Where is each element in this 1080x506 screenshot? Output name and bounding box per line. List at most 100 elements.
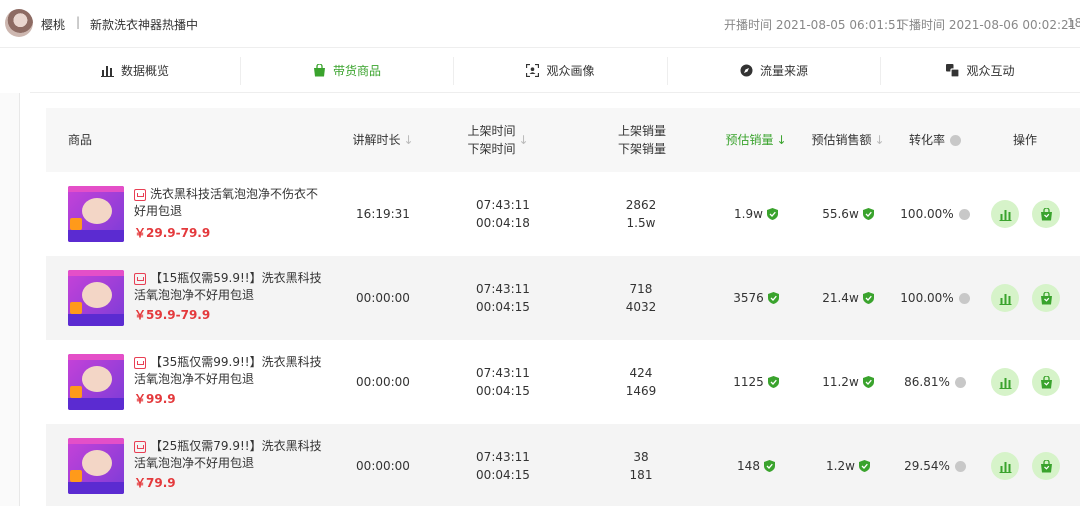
tab-bar: 数据概览 带货商品 观众画像 流量来源 观众互动: [30, 48, 1080, 93]
col-product: 商品: [68, 133, 93, 147]
product-table: 商品 讲解时长 ↓ 上架时间 下架时间 ↓ 上架销量 下架销量 预估销量 ↓ 预估销…: [46, 108, 1080, 506]
explain-duration: 16:19:31: [356, 207, 410, 221]
bar-chart-icon: [999, 209, 1011, 221]
help-icon[interactable]: [954, 460, 966, 472]
bar-chart-icon: [999, 293, 1011, 305]
product-thumbnail[interactable]: [68, 438, 124, 494]
table-row[interactable]: 【25瓶仅需79.9!!】洗衣黑科技活氧泡泡净不好用包退 ￥79.9 00:00…: [46, 424, 1080, 506]
tab-label: 带货商品: [332, 64, 381, 78]
tab-label: 流量来源: [759, 64, 808, 78]
col-actions: 操作: [1012, 133, 1037, 147]
conversion-cell: 100.00%: [892, 172, 978, 256]
est-sales-cell: 1125: [706, 340, 806, 424]
product-detail-button[interactable]: [1032, 200, 1060, 228]
conversion-rate: 100.00%: [900, 207, 954, 221]
table-row[interactable]: 【15瓶仅需59.9!!】洗衣黑科技活氧泡泡净不好用包退 ￥59.9-79.9 …: [46, 256, 1080, 340]
shelf-up-time: 07:43:11: [476, 282, 530, 296]
sort-arrow-icon[interactable]: ↓: [403, 131, 413, 149]
product-thumbnail[interactable]: [68, 270, 124, 326]
shopping-bag-icon: [1040, 207, 1052, 220]
tab-label: 数据概览: [120, 64, 169, 78]
product-detail-button[interactable]: [1032, 368, 1060, 396]
end-time: 下播时间 2021-08-06 00:02:21: [897, 18, 1077, 32]
verified-shield-icon: [767, 292, 779, 304]
help-icon[interactable]: [950, 134, 961, 146]
col-explain-duration[interactable]: 讲解时长 ↓: [338, 108, 428, 172]
shelf-up-sales: 718: [629, 282, 653, 296]
verified-shield-icon: [862, 292, 874, 304]
col-est-sales[interactable]: 预估销量 ↓: [706, 108, 806, 172]
product-detail-button[interactable]: [1032, 452, 1060, 480]
shelf-down-sales: 1469: [625, 384, 657, 398]
sort-arrow-icon[interactable]: ↓: [518, 131, 528, 149]
side-scroll-track[interactable]: [0, 93, 20, 506]
bar-chart-icon: [100, 66, 114, 77]
sort-arrow-icon[interactable]: ↓: [874, 131, 884, 149]
conversion-rate: 29.54%: [904, 459, 950, 473]
tab-products[interactable]: 带货商品: [241, 48, 453, 93]
live-title: 新款洗衣神器热播中: [90, 18, 199, 32]
shelf-down-sales: 1.5w: [626, 216, 656, 230]
shelf-time-cell: 07:43:11 00:04:18: [451, 172, 555, 256]
shelf-down-sales: 4032: [625, 300, 657, 314]
product-detail-button[interactable]: [1032, 284, 1060, 312]
sales-cell: 718 4032: [591, 256, 691, 340]
est-revenue-cell: 21.4w: [798, 256, 898, 340]
shelf-up-time: 07:43:11: [476, 198, 530, 212]
anchor-name[interactable]: 樱桃: [41, 16, 65, 33]
help-icon[interactable]: [958, 208, 970, 220]
tab-traffic-source[interactable]: 流量来源: [668, 48, 880, 93]
verified-shield-icon: [766, 208, 778, 220]
shelf-time-cell: 07:43:11 00:04:15: [451, 256, 555, 340]
table-row[interactable]: 洗衣黑科技活氧泡泡净不伤衣不好用包退 ￥29.9-79.9 16:19:31 0…: [46, 172, 1080, 256]
verified-shield-icon: [862, 376, 874, 388]
product-title[interactable]: 【35瓶仅需99.9!!】洗衣黑科技活氧泡泡净不好用包退: [134, 354, 326, 388]
shelf-time-cell: 07:43:11 00:04:15: [451, 340, 555, 424]
shopping-bag-icon: [313, 64, 325, 77]
tab-audience-profile[interactable]: 观众画像: [454, 48, 667, 93]
product-thumbnail[interactable]: [68, 186, 124, 242]
conversion-cell: 29.54%: [892, 424, 978, 506]
avatar[interactable]: [5, 9, 33, 37]
product-price: ￥29.9-79.9: [134, 226, 211, 240]
product-title[interactable]: 【25瓶仅需79.9!!】洗衣黑科技活氧泡泡净不好用包退: [134, 438, 326, 472]
est-revenue: 55.6w: [822, 207, 859, 221]
est-sales: 148: [737, 459, 760, 473]
shelf-up-sales: 38: [633, 450, 649, 464]
help-icon[interactable]: [954, 376, 966, 388]
product-thumbnail[interactable]: [68, 354, 124, 410]
shopping-bag-icon: [1040, 291, 1052, 304]
col-conversion: 转化率: [900, 108, 970, 172]
explain-duration: 00:00:00: [356, 375, 410, 389]
est-sales: 3576: [733, 291, 764, 305]
view-chart-button[interactable]: [991, 452, 1019, 480]
sort-arrow-icon[interactable]: ↓: [776, 131, 786, 149]
bar-chart-icon: [999, 461, 1011, 473]
shelf-down-sales: 181: [629, 468, 653, 482]
product-price: ￥59.9-79.9: [134, 308, 211, 322]
tab-audience-interaction[interactable]: 观众互动: [881, 48, 1080, 93]
est-sales-cell: 148: [706, 424, 806, 506]
col-est-revenue[interactable]: 预估销售额 ↓: [798, 108, 898, 172]
explain-duration: 00:00:00: [356, 459, 410, 473]
product-title[interactable]: 【15瓶仅需59.9!!】洗衣黑科技活氧泡泡净不好用包退: [134, 270, 326, 304]
tab-label: 观众互动: [966, 64, 1015, 78]
bar-chart-icon: [999, 377, 1011, 389]
shelf-up-sales: 2862: [625, 198, 657, 212]
shelf-down-time: 00:04:15: [476, 384, 530, 398]
tab-data-overview[interactable]: 数据概览: [30, 48, 240, 93]
conversion-cell: 100.00%: [892, 256, 978, 340]
compass-icon: [740, 64, 753, 77]
view-chart-button[interactable]: [991, 200, 1019, 228]
view-chart-button[interactable]: [991, 368, 1019, 396]
shelf-down-time: 00:04:18: [476, 216, 530, 230]
shopping-bag-icon: [1040, 459, 1052, 472]
verified-shield-icon: [862, 208, 874, 220]
col-shelf-time[interactable]: 上架时间 下架时间 ↓: [448, 108, 548, 172]
view-chart-button[interactable]: [991, 284, 1019, 312]
verified-shield-icon: [763, 460, 775, 472]
start-time: 开播时间 2021-08-05 06:01:51: [724, 18, 904, 32]
product-title[interactable]: 洗衣黑科技活氧泡泡净不伤衣不好用包退: [134, 186, 326, 220]
help-icon[interactable]: [958, 292, 970, 304]
table-row[interactable]: 【35瓶仅需99.9!!】洗衣黑科技活氧泡泡净不好用包退 ￥99.9 00:00…: [46, 340, 1080, 424]
